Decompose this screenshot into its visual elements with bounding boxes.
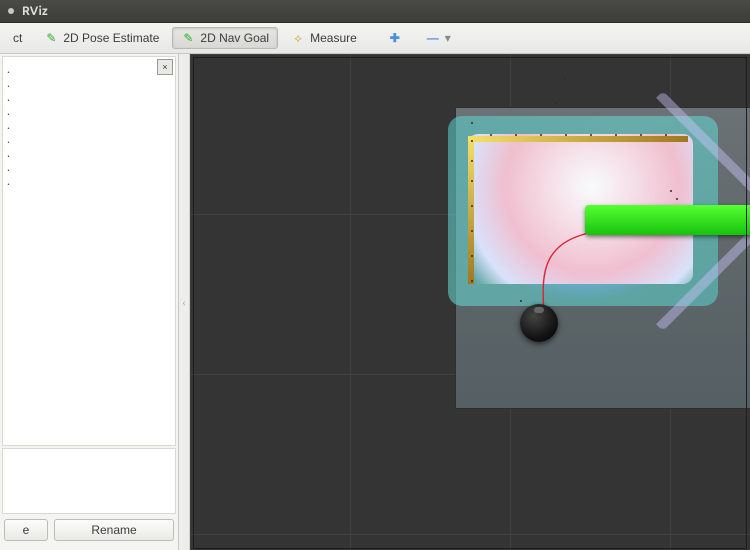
measure-button[interactable]: ⟡ Measure bbox=[282, 27, 366, 49]
arrow-icon: ✎ bbox=[181, 31, 195, 45]
sidebar: × . . . . . . . . . e Rename bbox=[0, 54, 179, 550]
sidebar-left-button[interactable]: e bbox=[4, 519, 48, 541]
panel-resize-handle[interactable]: ‹ bbox=[179, 54, 190, 550]
ruler-icon: ⟡ bbox=[291, 31, 305, 45]
3d-viewport[interactable] bbox=[190, 54, 750, 550]
goal-arrow-shaft bbox=[585, 205, 750, 235]
displays-tree[interactable]: . . . . . . . . . bbox=[3, 57, 175, 195]
chevron-down-icon: ▾ bbox=[445, 31, 451, 45]
list-item[interactable]: . bbox=[7, 105, 171, 119]
pose-estimate-button[interactable]: ✎ 2D Pose Estimate bbox=[35, 27, 168, 49]
displays-panel[interactable]: × . . . . . . . . . bbox=[2, 56, 176, 446]
main-toolbar: ct ✎ 2D Pose Estimate ✎ 2D Nav Goal ⟡ Me… bbox=[0, 23, 750, 54]
titlebar-bullet-icon bbox=[8, 8, 14, 14]
list-item[interactable]: . bbox=[7, 147, 171, 161]
content-area: × . . . . . . . . . e Rename ‹ bbox=[0, 54, 750, 550]
minus-icon: — bbox=[426, 31, 440, 45]
list-item[interactable]: . bbox=[7, 91, 171, 105]
measure-label: Measure bbox=[310, 31, 357, 45]
interact-label: ct bbox=[13, 31, 22, 45]
remove-display-button[interactable]: — ▾ bbox=[420, 27, 457, 49]
interact-button[interactable]: ct bbox=[4, 27, 31, 49]
arrow-icon: ✎ bbox=[44, 31, 58, 45]
add-display-button[interactable]: ✚ bbox=[382, 27, 408, 49]
plus-icon: ✚ bbox=[388, 31, 402, 45]
close-icon[interactable]: × bbox=[157, 59, 173, 75]
list-item[interactable]: . bbox=[7, 77, 171, 91]
nav-goal-arrow[interactable] bbox=[585, 195, 750, 245]
chevron-left-icon: ‹ bbox=[183, 298, 186, 308]
rename-button[interactable]: Rename bbox=[54, 519, 174, 541]
wall-obstacle bbox=[468, 136, 688, 142]
list-item[interactable]: . bbox=[7, 119, 171, 133]
list-item[interactable]: . bbox=[7, 161, 171, 175]
sidebar-button-row: e Rename bbox=[0, 516, 178, 550]
wall-obstacle bbox=[468, 136, 474, 284]
nav-goal-button[interactable]: ✎ 2D Nav Goal bbox=[172, 27, 278, 49]
nav-goal-label: 2D Nav Goal bbox=[200, 31, 269, 45]
pose-estimate-label: 2D Pose Estimate bbox=[63, 31, 159, 45]
list-item[interactable]: . bbox=[7, 133, 171, 147]
window-title: RViz bbox=[22, 5, 48, 18]
window-titlebar: RViz bbox=[0, 0, 750, 23]
properties-panel[interactable] bbox=[2, 448, 176, 514]
list-item[interactable]: . bbox=[7, 175, 171, 189]
robot-model bbox=[520, 304, 558, 342]
list-item[interactable]: . bbox=[7, 63, 171, 77]
